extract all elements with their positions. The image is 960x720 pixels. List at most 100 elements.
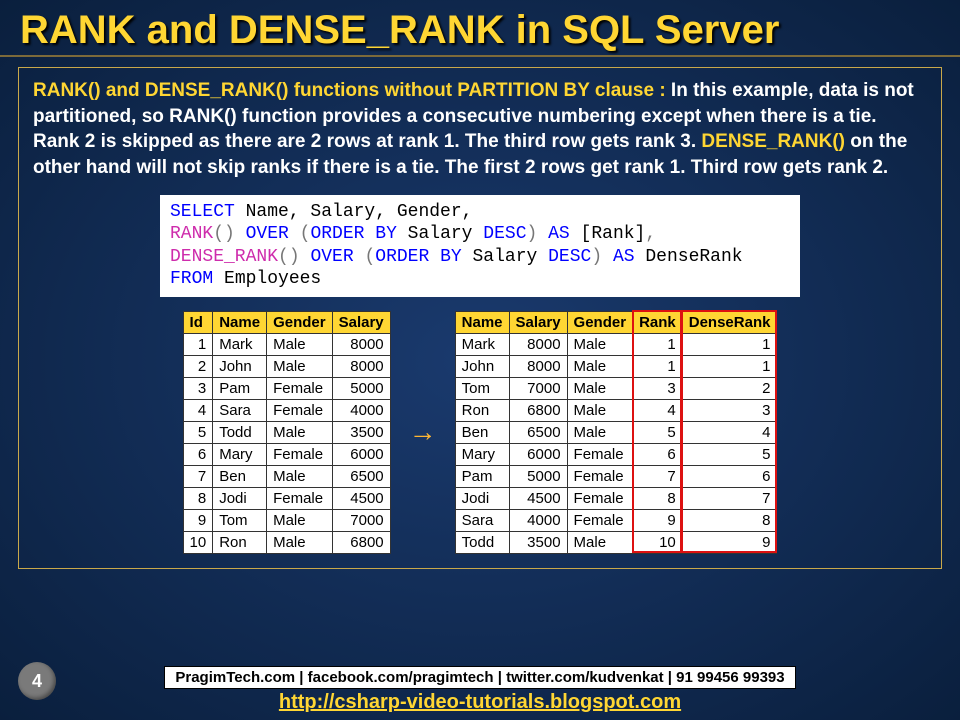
table-cell: Male — [267, 333, 333, 355]
sql-keyword: DESC — [548, 247, 591, 267]
table-row: Ben6500Male54 — [455, 421, 777, 443]
table-cell: Female — [267, 487, 333, 509]
table-cell: 2 — [682, 377, 777, 399]
table-cell: Female — [567, 443, 633, 465]
table-cell: 1 — [633, 355, 683, 377]
table-row: 1MarkMale8000 — [183, 333, 390, 355]
table-cell: 1 — [682, 333, 777, 355]
table-header: DenseRank — [682, 311, 777, 333]
table-cell: Mary — [213, 443, 267, 465]
sql-text: Employees — [213, 269, 321, 289]
tables-row: IdNameGenderSalary1MarkMale80002JohnMale… — [33, 311, 927, 554]
table-row: Tom7000Male32 — [455, 377, 777, 399]
table-row: 3PamFemale5000 — [183, 377, 390, 399]
table-row: Jodi4500Female87 — [455, 487, 777, 509]
table-cell: Jodi — [455, 487, 509, 509]
table-cell: Male — [267, 531, 333, 553]
arrow-icon: → — [409, 416, 437, 448]
sql-text: Salary — [397, 224, 483, 244]
source-table: IdNameGenderSalary1MarkMale80002JohnMale… — [183, 311, 391, 554]
table-header: Name — [213, 311, 267, 333]
sql-paren: () — [213, 224, 235, 244]
slide-title: RANK and DENSE_RANK in SQL Server — [0, 0, 960, 57]
table-cell: Ben — [213, 465, 267, 487]
table-cell: Female — [267, 377, 333, 399]
table-cell: 7 — [183, 465, 213, 487]
sql-func: DENSE_RANK — [170, 247, 278, 267]
table-cell: Female — [267, 443, 333, 465]
sql-func: RANK — [170, 224, 213, 244]
table-cell: 8000 — [509, 355, 567, 377]
sql-text: Salary — [462, 247, 548, 267]
table-cell: Male — [567, 399, 633, 421]
table-cell: 4000 — [332, 399, 390, 421]
table-cell: Male — [567, 333, 633, 355]
table-cell: 8000 — [332, 333, 390, 355]
table-cell: 8000 — [332, 355, 390, 377]
table-cell: 8 — [633, 487, 683, 509]
table-row: 2JohnMale8000 — [183, 355, 390, 377]
lead-text: RANK() and DENSE_RANK() functions withou… — [33, 80, 671, 101]
table-header: Id — [183, 311, 213, 333]
table-cell: 4 — [633, 399, 683, 421]
table-cell: 10 — [183, 531, 213, 553]
dense-rank-highlight: DENSE_RANK() — [701, 131, 845, 152]
sql-keyword: AS — [602, 247, 645, 267]
sql-keyword: ORDER BY — [375, 247, 461, 267]
table-cell: 6000 — [332, 443, 390, 465]
table-cell: 6 — [183, 443, 213, 465]
table-cell: 5000 — [332, 377, 390, 399]
table-cell: 9 — [633, 509, 683, 531]
table-cell: Mark — [455, 333, 509, 355]
table-cell: 7000 — [332, 509, 390, 531]
table-cell: 1 — [183, 333, 213, 355]
table-header: Gender — [567, 311, 633, 333]
table-cell: Male — [267, 509, 333, 531]
sql-keyword: AS — [537, 224, 580, 244]
table-cell: Jodi — [213, 487, 267, 509]
table-cell: 6500 — [332, 465, 390, 487]
explanation-text: RANK() and DENSE_RANK() functions withou… — [33, 78, 927, 181]
sql-punct: , — [645, 224, 656, 244]
table-row: 6MaryFemale6000 — [183, 443, 390, 465]
sql-text: DenseRank — [645, 247, 742, 267]
table-row: 7BenMale6500 — [183, 465, 390, 487]
table-cell: 5 — [682, 443, 777, 465]
table-cell: 9 — [682, 531, 777, 553]
table-cell: Pam — [455, 465, 509, 487]
table-cell: 6000 — [509, 443, 567, 465]
table-cell: 3 — [633, 377, 683, 399]
table-cell: 6 — [633, 443, 683, 465]
table-cell: 4 — [682, 421, 777, 443]
table-cell: 6 — [682, 465, 777, 487]
table-cell: Mark — [213, 333, 267, 355]
table-cell: Tom — [455, 377, 509, 399]
table-row: Pam5000Female76 — [455, 465, 777, 487]
table-row: 5ToddMale3500 — [183, 421, 390, 443]
footer-credits: PragimTech.com | facebook.com/pragimtech… — [164, 666, 795, 689]
sql-paren: ( — [300, 224, 311, 244]
table-cell: 8 — [183, 487, 213, 509]
table-row: Todd3500Male109 — [455, 531, 777, 553]
sql-keyword: DESC — [483, 224, 526, 244]
table-row: Mark8000Male11 — [455, 333, 777, 355]
table-cell: 4 — [183, 399, 213, 421]
table-cell: 3500 — [509, 531, 567, 553]
sql-code-block: SELECT Name, Salary, Gender, RANK() OVER… — [160, 195, 800, 297]
table-cell: Male — [567, 531, 633, 553]
table-row: 10RonMale6800 — [183, 531, 390, 553]
footer-link[interactable]: http://csharp-video-tutorials.blogspot.c… — [0, 691, 960, 714]
table-cell: 3500 — [332, 421, 390, 443]
table-cell: 3 — [183, 377, 213, 399]
table-header: Salary — [332, 311, 390, 333]
table-cell: Female — [567, 487, 633, 509]
sql-keyword: ORDER BY — [310, 224, 396, 244]
table-cell: 2 — [183, 355, 213, 377]
sql-paren: ) — [527, 224, 538, 244]
table-cell: 8000 — [509, 333, 567, 355]
table-cell: Ron — [213, 531, 267, 553]
table-cell: 7000 — [509, 377, 567, 399]
table-header: Salary — [509, 311, 567, 333]
table-cell: 8 — [682, 509, 777, 531]
table-cell: 5000 — [509, 465, 567, 487]
